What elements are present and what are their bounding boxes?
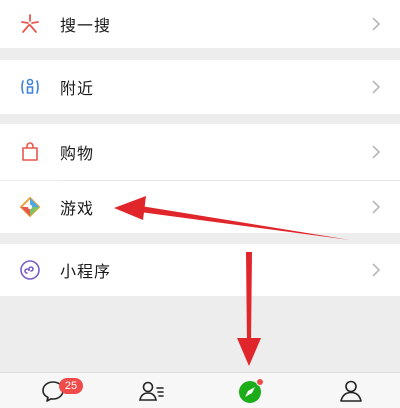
tab-discover[interactable] <box>236 377 266 405</box>
tab-contacts[interactable] <box>137 377 167 405</box>
person-icon <box>340 380 362 402</box>
menu-item-search[interactable]: 搜一搜 <box>0 0 400 48</box>
menu-item-label-nearby: 附近 <box>60 79 95 98</box>
chevron-right-icon <box>372 263 381 277</box>
menu-item-label-shopping: 购物 <box>60 144 95 163</box>
menu-item-games[interactable]: 游戏 <box>0 181 400 233</box>
shopping-bag-icon <box>18 140 42 164</box>
miniprogram-icon <box>18 258 42 282</box>
chevron-right-icon <box>372 200 381 214</box>
menu-item-label-games: 游戏 <box>60 199 95 218</box>
menu-item-label-miniprogram: 小程序 <box>60 262 112 281</box>
compass-icon <box>239 378 264 403</box>
chevron-right-icon <box>372 17 381 31</box>
search-spark-icon <box>18 12 42 36</box>
menu-item-miniprogram[interactable]: 小程序 <box>0 244 400 296</box>
unread-badge: 25 <box>59 378 83 394</box>
chevron-right-icon <box>372 145 381 159</box>
game-diamond-icon <box>18 195 42 219</box>
menu-item-shopping[interactable]: 购物 <box>0 124 400 180</box>
nearby-person-icon <box>18 75 42 99</box>
menu-item-label-search: 搜一搜 <box>60 16 112 35</box>
tab-me[interactable] <box>336 377 366 405</box>
contacts-icon <box>139 381 164 401</box>
chevron-right-icon <box>372 80 381 94</box>
menu-item-nearby[interactable]: 附近 <box>0 60 400 114</box>
